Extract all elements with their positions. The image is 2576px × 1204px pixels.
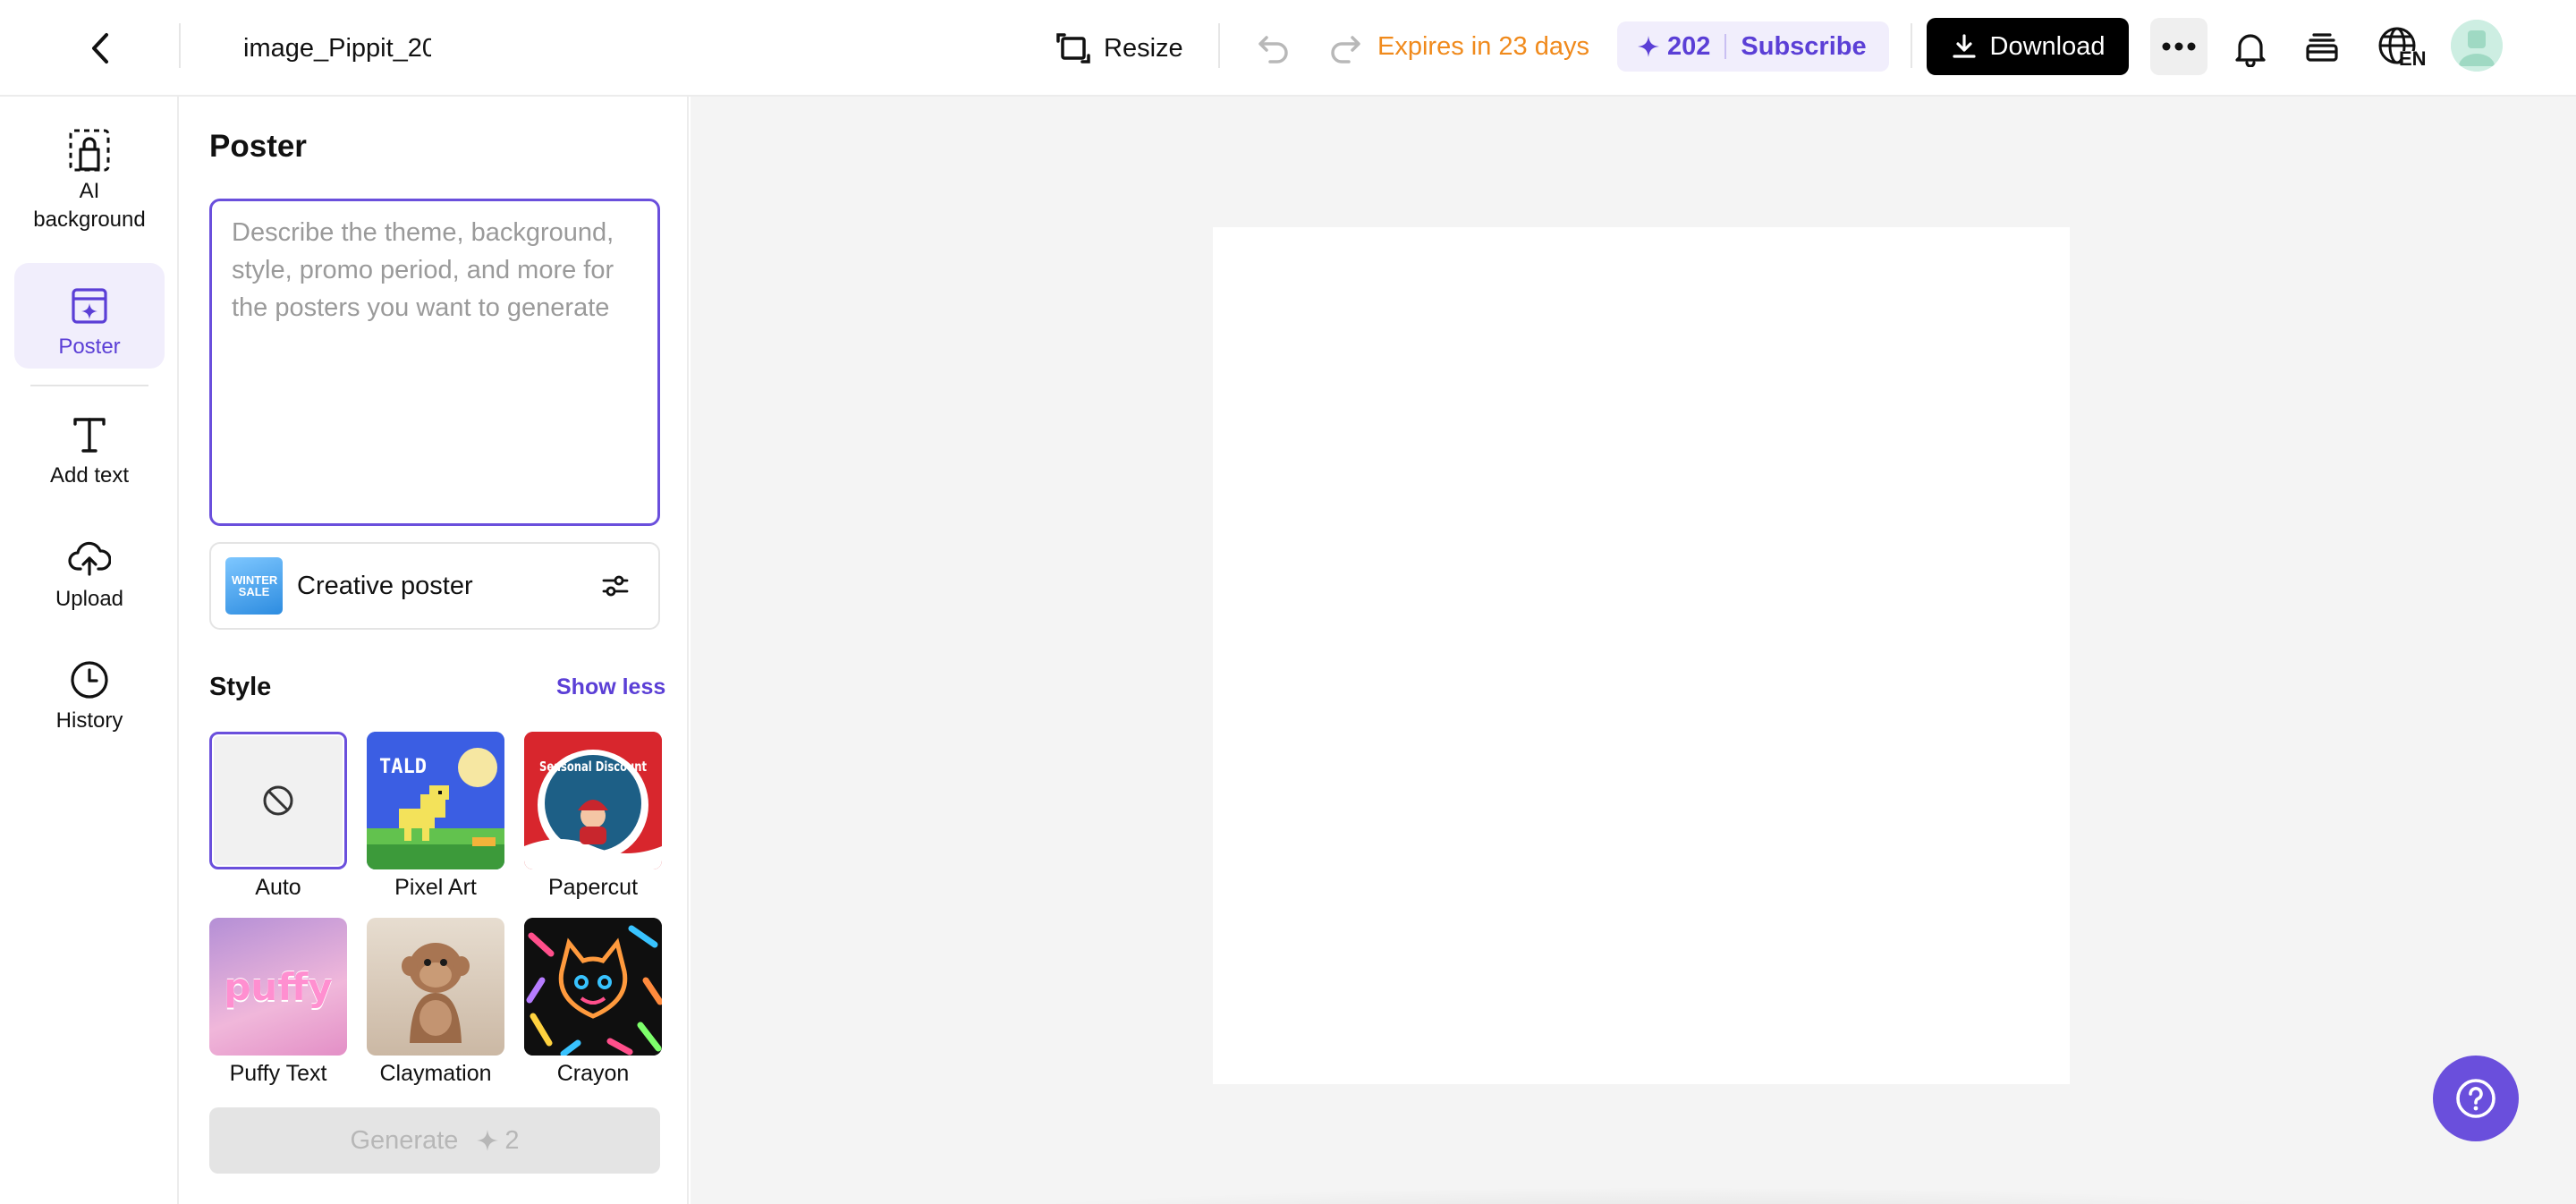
rail-item-history[interactable]: History — [14, 657, 165, 755]
poster-type-thumbnail: WINTER SALE — [225, 557, 283, 615]
style-option-puffy-text[interactable]: puffy Puffy Text — [209, 918, 347, 1087]
panel-title: Poster — [209, 129, 307, 164]
rail-item-label: AI background — [33, 179, 146, 232]
ai-background-icon — [66, 127, 113, 174]
sparkle-icon — [1638, 36, 1659, 57]
workspace-button[interactable] — [2297, 23, 2347, 73]
download-button[interactable]: Download — [1927, 18, 2129, 75]
canvas-toolbar-shadow — [691, 1179, 2576, 1204]
more-options-button[interactable] — [2150, 18, 2207, 75]
style-thumbnail: Seasonal Discount — [524, 732, 662, 869]
undo-button[interactable] — [1252, 27, 1295, 70]
poster-type-select[interactable]: WINTER SALE Creative poster — [209, 542, 660, 630]
canvas-page[interactable] — [1213, 227, 2070, 1084]
rail-item-add-text[interactable]: Add text — [14, 411, 165, 510]
style-option-pixel-art[interactable]: TALD Pixel Art — [367, 732, 504, 901]
notifications-button[interactable] — [2225, 23, 2275, 73]
style-thumbnail — [524, 918, 662, 1056]
pixel-art-thumb-text: TALD — [379, 756, 427, 778]
help-button[interactable] — [2433, 1056, 2519, 1141]
papercut-thumb-text: Seasonal Discount — [539, 759, 647, 775]
style-label: Pixel Art — [394, 875, 477, 900]
redo-button[interactable] — [1324, 27, 1367, 70]
poster-type-label: Creative poster — [297, 571, 473, 600]
rail-item-label: Upload — [55, 587, 124, 611]
generate-label: Generate — [350, 1125, 459, 1155]
help-icon — [2456, 1079, 2496, 1118]
settings-sliders-icon[interactable] — [594, 564, 637, 607]
style-label: Puffy Text — [229, 1061, 327, 1086]
style-option-auto[interactable]: Auto — [209, 732, 347, 901]
history-icon — [66, 657, 113, 703]
divider — [30, 385, 148, 386]
poster-panel: Poster WINTER SALE Creative poster Style… — [179, 97, 689, 1204]
credits-count: 202 — [1667, 31, 1711, 61]
style-label: Crayon — [556, 1061, 630, 1086]
puffy-thumb-text: puffy — [224, 964, 333, 1009]
style-label: Claymation — [379, 1061, 492, 1086]
sparkle-icon — [477, 1130, 499, 1151]
style-label: Papercut — [547, 875, 639, 900]
tool-rail: AI background Poster Add text Upload His… — [0, 97, 179, 1204]
style-thumbnail — [209, 732, 347, 869]
resize-label: Resize — [1104, 33, 1183, 63]
app-root: image_Pippit_20 Resize Expires in 23 day… — [0, 0, 2576, 1204]
layers-icon — [2306, 33, 2338, 62]
credits-pill: 202 Subscribe — [1617, 21, 1889, 72]
divider — [1218, 23, 1220, 68]
style-thumbnail — [367, 918, 504, 1056]
redo-icon — [1331, 36, 1360, 64]
download-label: Download — [1989, 31, 2106, 61]
file-name[interactable]: image_Pippit_20 — [243, 29, 431, 68]
back-button[interactable] — [79, 27, 122, 70]
expires-text: Expires in 23 days — [1377, 32, 1589, 61]
style-option-crayon[interactable]: Crayon — [524, 918, 662, 1087]
generate-cost: 2 — [476, 1125, 520, 1156]
upload-icon — [66, 535, 113, 581]
style-option-papercut[interactable]: Seasonal Discount Papercut — [524, 732, 662, 901]
none-icon — [263, 785, 293, 816]
resize-icon — [1056, 33, 1090, 64]
text-icon — [66, 411, 113, 458]
show-less-link[interactable]: Show less — [556, 674, 665, 700]
poster-type-thumb-text: WINTER SALE — [232, 573, 278, 598]
rail-item-poster[interactable]: Poster — [14, 263, 165, 369]
style-section-title: Style — [209, 673, 272, 701]
divider — [1724, 34, 1727, 59]
generate-button[interactable]: Generate 2 — [209, 1107, 660, 1174]
chevron-left-icon — [92, 33, 108, 64]
poster-icon — [66, 283, 113, 329]
credits-button[interactable]: 202 — [1617, 32, 1710, 62]
rail-item-ai-background[interactable]: AI background — [14, 123, 165, 258]
bell-icon — [2235, 34, 2266, 67]
avatar[interactable] — [2451, 20, 2503, 72]
rail-item-label: Add text — [49, 463, 130, 488]
rail-item-label: Poster — [58, 335, 121, 359]
language-code: EN — [2399, 47, 2427, 70]
divider — [179, 23, 181, 68]
prompt-input[interactable] — [209, 199, 660, 526]
canvas-area[interactable] — [691, 97, 2576, 1204]
top-bar: image_Pippit_20 Resize Expires in 23 day… — [0, 0, 2576, 97]
language-button[interactable]: EN — [2368, 23, 2433, 73]
rail-item-label: History — [55, 708, 123, 733]
divider — [1911, 23, 1912, 68]
style-label: Auto — [255, 875, 301, 900]
user-avatar-icon — [2451, 20, 2503, 72]
download-icon — [1952, 34, 1976, 58]
undo-icon — [1258, 36, 1288, 64]
style-thumbnail: TALD — [367, 732, 504, 869]
subscribe-button[interactable]: Subscribe — [1741, 32, 1866, 62]
more-icon — [2162, 42, 2196, 51]
resize-button[interactable]: Resize — [1055, 23, 1183, 73]
rail-item-upload[interactable]: Upload — [14, 535, 165, 633]
generate-cost-value: 2 — [504, 1125, 520, 1155]
style-option-claymation[interactable]: Claymation — [367, 918, 504, 1087]
style-thumbnail: puffy — [209, 918, 347, 1056]
